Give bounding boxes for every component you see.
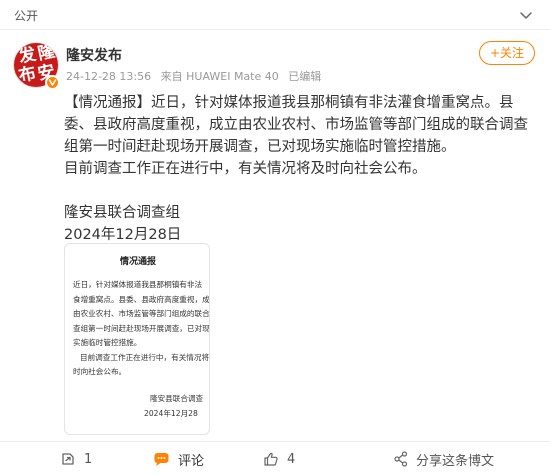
comment-icon xyxy=(154,453,169,466)
notice-sign-org: 隆安县联合调查 xyxy=(150,394,204,403)
notice-line: 食增重窝点。县委、县政府高度重视，成 xyxy=(73,294,210,304)
notice-line: 近日，针对媒体报道我县那桐镇有非法 xyxy=(73,280,203,289)
thumbs-up-icon xyxy=(264,452,278,466)
action-bar: 1 评论 4 分享这条博文 xyxy=(0,441,550,475)
post-text: 【情况通报】近日，针对媒体报道我县那桐镇有非法灌食增重窝点。县委、县政府高度重视… xyxy=(64,92,542,246)
post-signature: 隆安县联合调查组 xyxy=(64,205,180,221)
verified-icon xyxy=(45,75,60,90)
notice-signature: 隆安县联合调查 2024年12月28 xyxy=(144,392,209,421)
account-name[interactable]: 隆安发布 xyxy=(66,45,122,65)
repost-count: 1 xyxy=(84,451,93,467)
follow-button[interactable]: +关注 xyxy=(479,41,535,65)
post-meta: 24-12-28 13:56 来自 HUAWEI Mate 40 已编辑 xyxy=(66,68,327,84)
avatar-char: 发 xyxy=(17,44,38,68)
notice-line: 时向社会公布。 xyxy=(73,367,127,376)
notice-body: 近日，针对媒体报道我县那桐镇有非法 食增重窝点。县委、县政府高度重视，成 由农业… xyxy=(73,278,210,380)
avatar-char: 隆 xyxy=(36,42,57,65)
post-paragraph: 【情况通报】近日，针对媒体报道我县那桐镇有非法灌食增重窝点。县委、县政府高度重视… xyxy=(64,95,528,155)
post-time[interactable]: 24-12-28 13:56 xyxy=(66,70,151,83)
post-header-bar: 公开 xyxy=(0,0,550,30)
chevron-down-icon[interactable] xyxy=(518,7,534,23)
notice-image[interactable]: 情况通报 近日，针对媒体报道我县那桐镇有非法 食增重窝点。县委、县政府高度重视，… xyxy=(64,243,210,435)
comment-button[interactable]: 评论 xyxy=(153,442,204,475)
share-button[interactable]: 分享这条博文 xyxy=(394,442,494,475)
edited-label[interactable]: 已编辑 xyxy=(288,70,321,83)
post-paragraph: 目前调查工作正在进行中，有关情况将及时向社会公布。 xyxy=(64,161,427,177)
notice-line: 实施临时管控措施。 xyxy=(73,338,142,347)
like-button[interactable]: 4 xyxy=(263,442,295,475)
notice-line: 目前调查工作正在进行中，有关情况将 xyxy=(80,352,210,362)
repost-button[interactable]: 1 xyxy=(60,442,92,475)
notice-line: 查组第一时间赶赴现场开展调查，已对现 xyxy=(73,323,210,333)
like-count: 4 xyxy=(287,451,296,467)
share-icon xyxy=(394,451,408,467)
post-source: 来自 HUAWEI Mate 40 xyxy=(160,70,279,83)
notice-sign-date: 2024年12月28 xyxy=(144,408,198,418)
avatar-char: 布 xyxy=(17,63,38,87)
repost-icon xyxy=(62,453,74,465)
visibility-label: 公开 xyxy=(14,9,39,23)
notice-title: 情况通报 xyxy=(119,257,156,267)
share-label: 分享这条博文 xyxy=(416,453,495,469)
notice-line: 由农业农村、市场监管等部门组成的联合 xyxy=(73,309,210,318)
comment-label: 评论 xyxy=(178,453,205,469)
